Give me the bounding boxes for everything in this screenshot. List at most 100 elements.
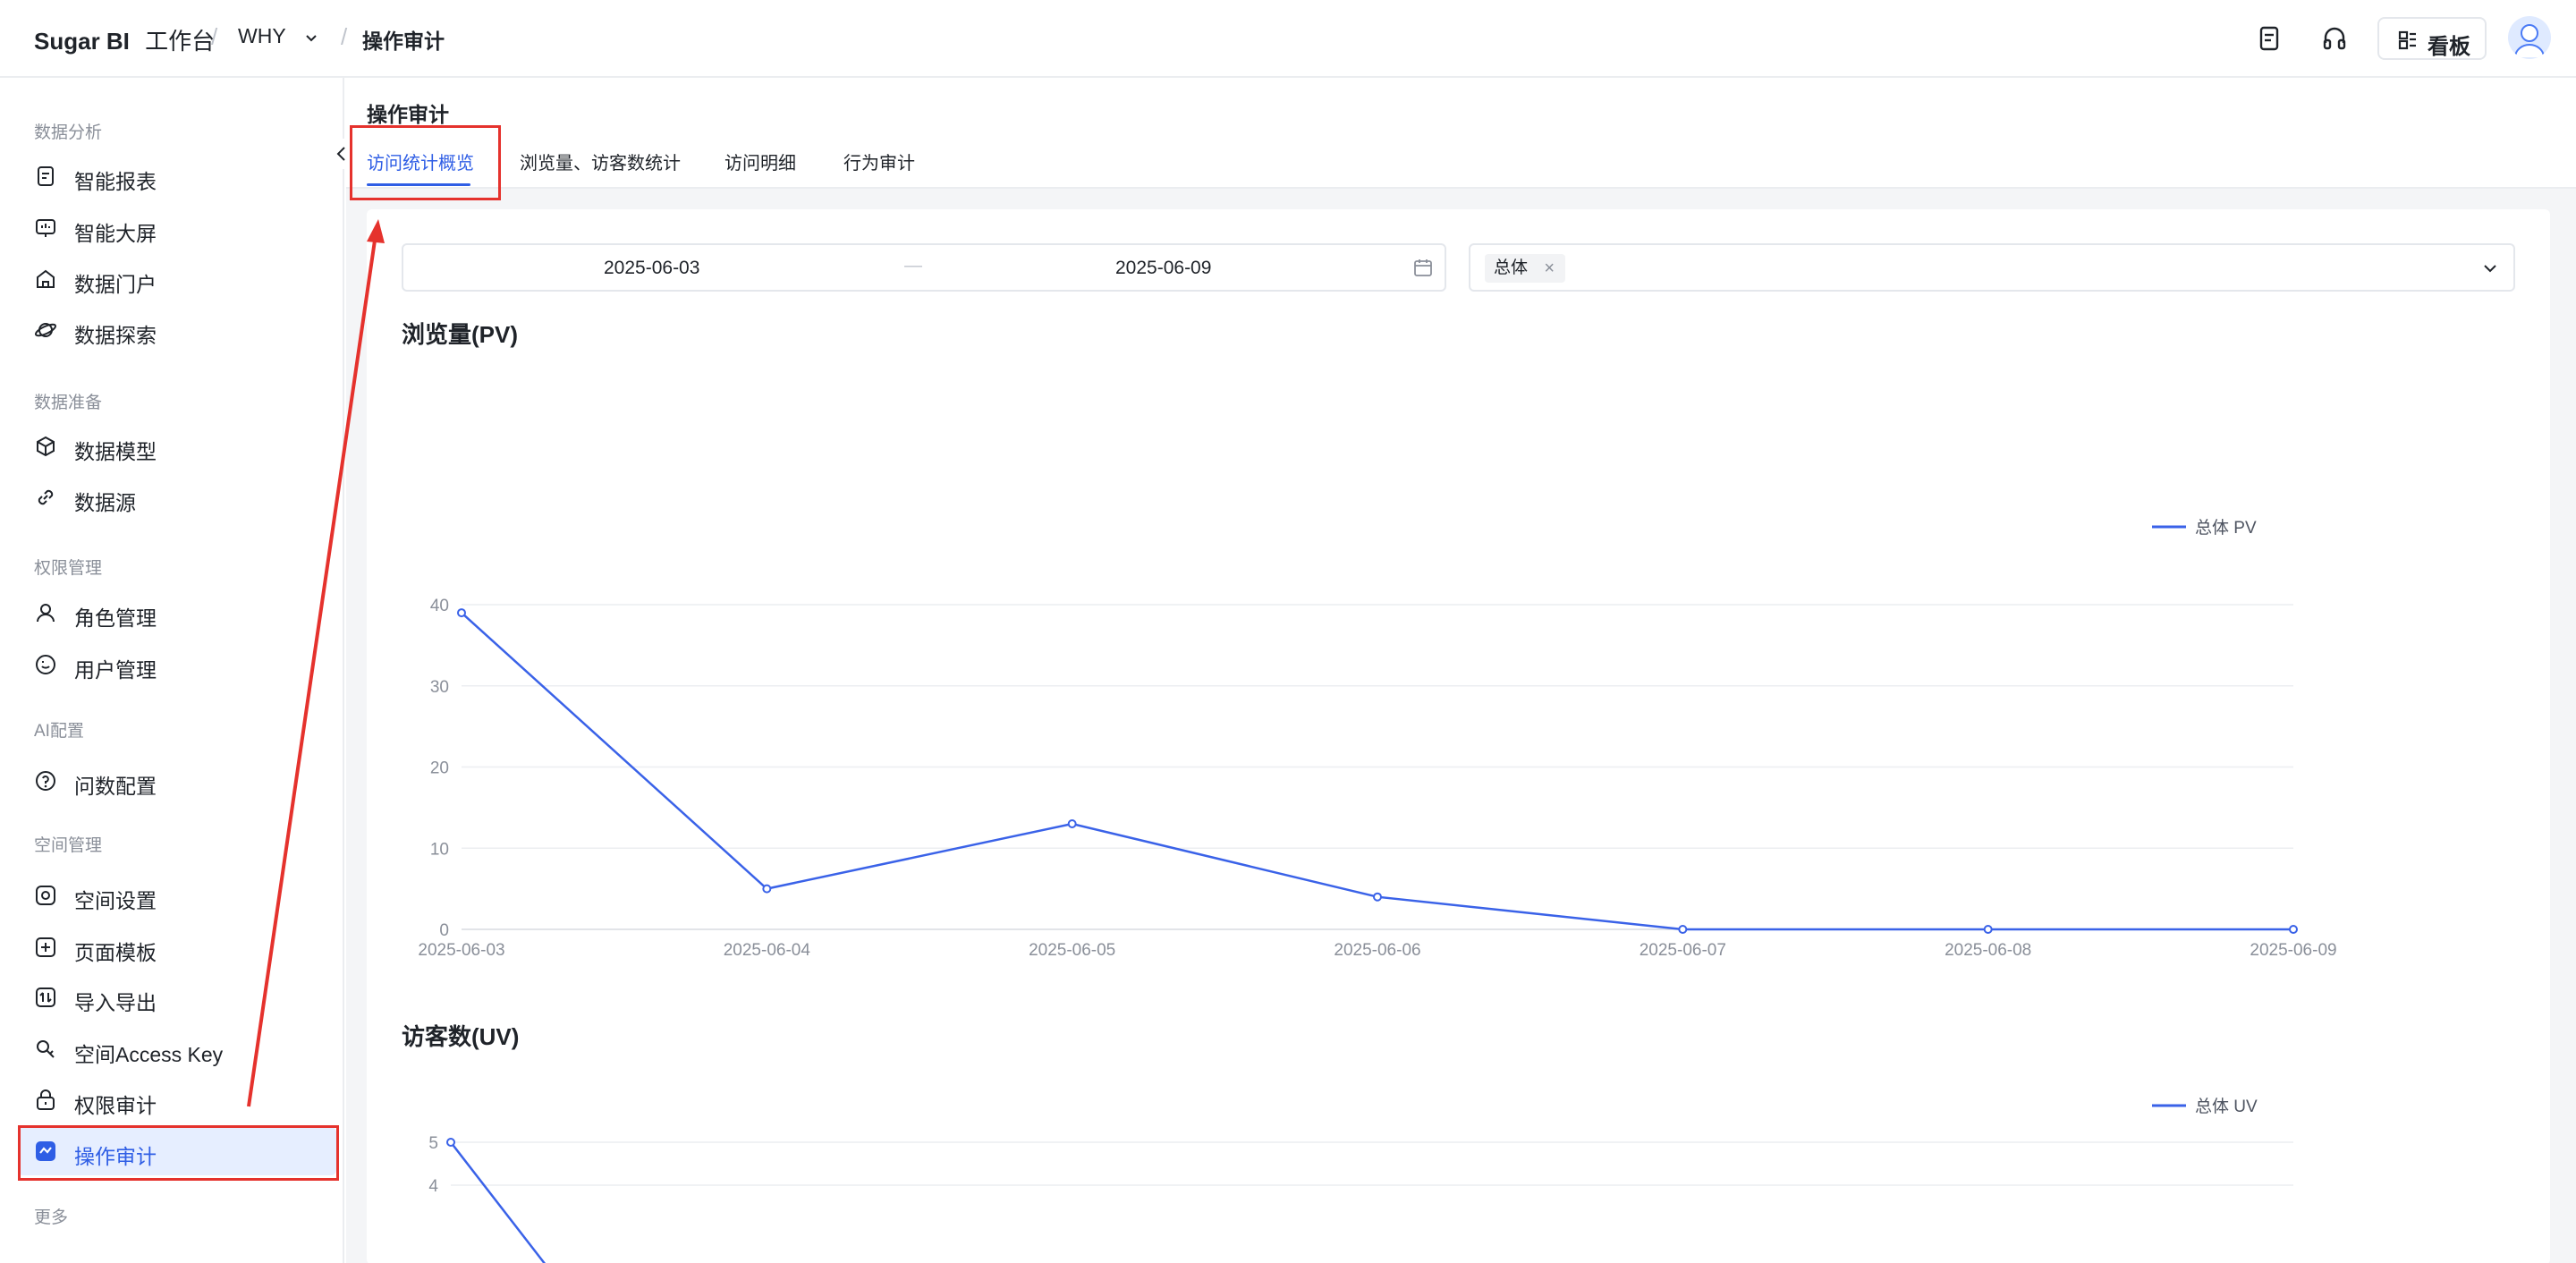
x-tick-label: 2025-06-07: [1640, 941, 1726, 960]
sidebar-item[interactable]: 角色管理: [18, 589, 336, 637]
sidebar-item-label: 数据门户: [74, 273, 157, 296]
board-button[interactable]: 看板: [2377, 17, 2487, 60]
scope-select[interactable]: 总体 ×: [1469, 243, 2515, 292]
sidebar-item[interactable]: 数据源: [18, 473, 336, 521]
sidebar-item[interactable]: 数据门户: [18, 255, 336, 303]
uv-chart-title: 访客数(UV): [402, 1023, 520, 1050]
sidebar-item-label: 问数配置: [74, 775, 157, 798]
sidebar-item-label: 数据探索: [74, 324, 157, 347]
x-tick-label: 2025-06-04: [724, 941, 811, 960]
sidebar-item-label: 数据模型: [74, 440, 157, 463]
sidebar-section-title: 更多: [34, 1208, 69, 1227]
link-icon: [38, 489, 54, 505]
sidebar-section-title: 数据准备: [34, 394, 103, 412]
sidebar-section-title: 空间管理: [34, 836, 103, 855]
page-title: 操作审计: [367, 103, 449, 126]
headset-icon[interactable]: [2318, 21, 2351, 55]
sidebar-item-label: 权限审计: [74, 1094, 157, 1117]
date-separator: —: [904, 256, 922, 275]
data-point: [457, 608, 466, 618]
legend-label: 总体 UV: [2195, 1097, 2258, 1116]
calendar-icon[interactable]: [1412, 257, 1434, 278]
brand-name: Sugar BI: [34, 28, 130, 55]
workspace-switcher[interactable]: WHY: [238, 24, 326, 53]
tab-pv-uv-stats[interactable]: 浏览量、访客数统计: [520, 148, 681, 174]
document-icon[interactable]: [2252, 21, 2286, 55]
annotation-highlight-tab: [350, 125, 501, 200]
series-line: [450, 1141, 547, 1263]
y-tick-label: 5: [428, 1134, 438, 1153]
legend-label: 总体 PV: [2195, 518, 2257, 538]
sidebar-section-title: AI配置: [34, 722, 84, 741]
sidebar-item-label: 导入导出: [74, 991, 157, 1014]
sidebar-item-label: 空间设置: [74, 889, 157, 912]
data-point: [1067, 819, 1077, 829]
sidebar-item[interactable]: 空间设置: [18, 871, 336, 920]
sidebar-item[interactable]: 数据探索: [18, 306, 336, 354]
sidebar-item[interactable]: 问数配置: [18, 757, 336, 805]
filter-tag-label: 总体: [1494, 259, 1529, 277]
board-icon: [2398, 30, 2416, 50]
settings-icon: [36, 886, 55, 905]
uv-line-chart: 4 5 总体 UV: [428, 1097, 2293, 1263]
main-content: 操作审计 访问统计概览 浏览量、访客数统计 访问明细 行为审计 2025-06-…: [346, 78, 2576, 1263]
workspace-name: WHY: [238, 24, 286, 47]
data-point: [1373, 892, 1382, 902]
brand-logo[interactable]: Sugar BI 工作台: [34, 23, 215, 56]
import-export-icon: [36, 988, 55, 1007]
sidebar-item[interactable]: 智能大屏: [18, 204, 336, 252]
sidebar-item[interactable]: 数据模型: [18, 422, 336, 470]
sidebar-section-title: 权限管理: [34, 559, 103, 578]
tab-behavior-audit[interactable]: 行为审计: [843, 148, 915, 174]
planet-icon: [34, 323, 57, 337]
key-icon: [37, 1040, 55, 1058]
sidebar-item[interactable]: 用户管理: [18, 640, 336, 689]
lock-icon: [37, 1089, 55, 1110]
chevron-down-icon: [2484, 265, 2496, 273]
question-icon: [36, 771, 55, 791]
sidebar-item[interactable]: 权限审计: [18, 1076, 336, 1124]
y-tick-label: 30: [430, 678, 449, 697]
sidebar-item-label: 空间Access Key: [74, 1043, 224, 1066]
x-tick-label: 2025-06-06: [1334, 941, 1420, 960]
avatar[interactable]: [2508, 16, 2551, 59]
home-icon: [37, 269, 55, 288]
tag-close-icon[interactable]: ×: [1544, 254, 1555, 283]
sidebar-item[interactable]: 空间Access Key: [18, 1025, 336, 1073]
tab-visit-details[interactable]: 访问明细: [724, 148, 796, 174]
breadcrumb-current: 操作审计: [362, 30, 445, 53]
chevron-down-icon: [306, 35, 317, 42]
workspace-label: 工作台: [145, 28, 216, 55]
board-label: 看板: [2428, 35, 2470, 59]
stats-card: 2025-06-03 — 2025-06-09 总体 × 浏览量(PV) 0 10…: [367, 209, 2550, 1263]
start-date[interactable]: 2025-06-03: [604, 258, 699, 279]
sidebar-item-label: 页面模板: [74, 941, 157, 964]
date-range-picker[interactable]: 2025-06-03 — 2025-06-09: [402, 243, 1446, 292]
screen-icon: [36, 219, 55, 237]
data-point: [2289, 925, 2298, 934]
x-tick-label: 2025-06-09: [2250, 941, 2336, 960]
x-tick-label: 2025-06-05: [1029, 941, 1115, 960]
annotation-highlight-nav: [18, 1125, 339, 1181]
end-date[interactable]: 2025-06-09: [1115, 258, 1211, 279]
sidebar-item-label: 智能报表: [74, 170, 157, 193]
page-header: 操作审计 访问统计概览 浏览量、访客数统计 访问明细 行为审计: [346, 78, 2576, 189]
data-point: [446, 1138, 455, 1147]
sidebar-item-label: 角色管理: [74, 606, 157, 630]
sidebar-section-title: 数据分析: [34, 123, 103, 142]
user-avatar-icon: [2514, 24, 2545, 58]
sidebar-item[interactable]: 智能报表: [18, 152, 336, 200]
data-point: [1983, 925, 1993, 934]
breadcrumb-separator: /: [211, 23, 218, 50]
user-icon: [37, 604, 55, 623]
top-header: Sugar BI 工作台 / WHY / 操作审计 看板: [0, 0, 2576, 78]
sidebar-item[interactable]: 导入导出: [18, 973, 336, 1021]
data-point: [762, 884, 772, 894]
sidebar-item-label: 用户管理: [74, 658, 157, 682]
sidebar-item-label: 数据源: [74, 491, 136, 514]
sidebar-item[interactable]: 页面模板: [18, 923, 336, 971]
x-tick-label: 2025-06-03: [418, 941, 504, 960]
breadcrumb-separator: /: [341, 23, 348, 50]
y-tick-label: 4: [428, 1177, 438, 1196]
report-icon: [38, 166, 54, 186]
